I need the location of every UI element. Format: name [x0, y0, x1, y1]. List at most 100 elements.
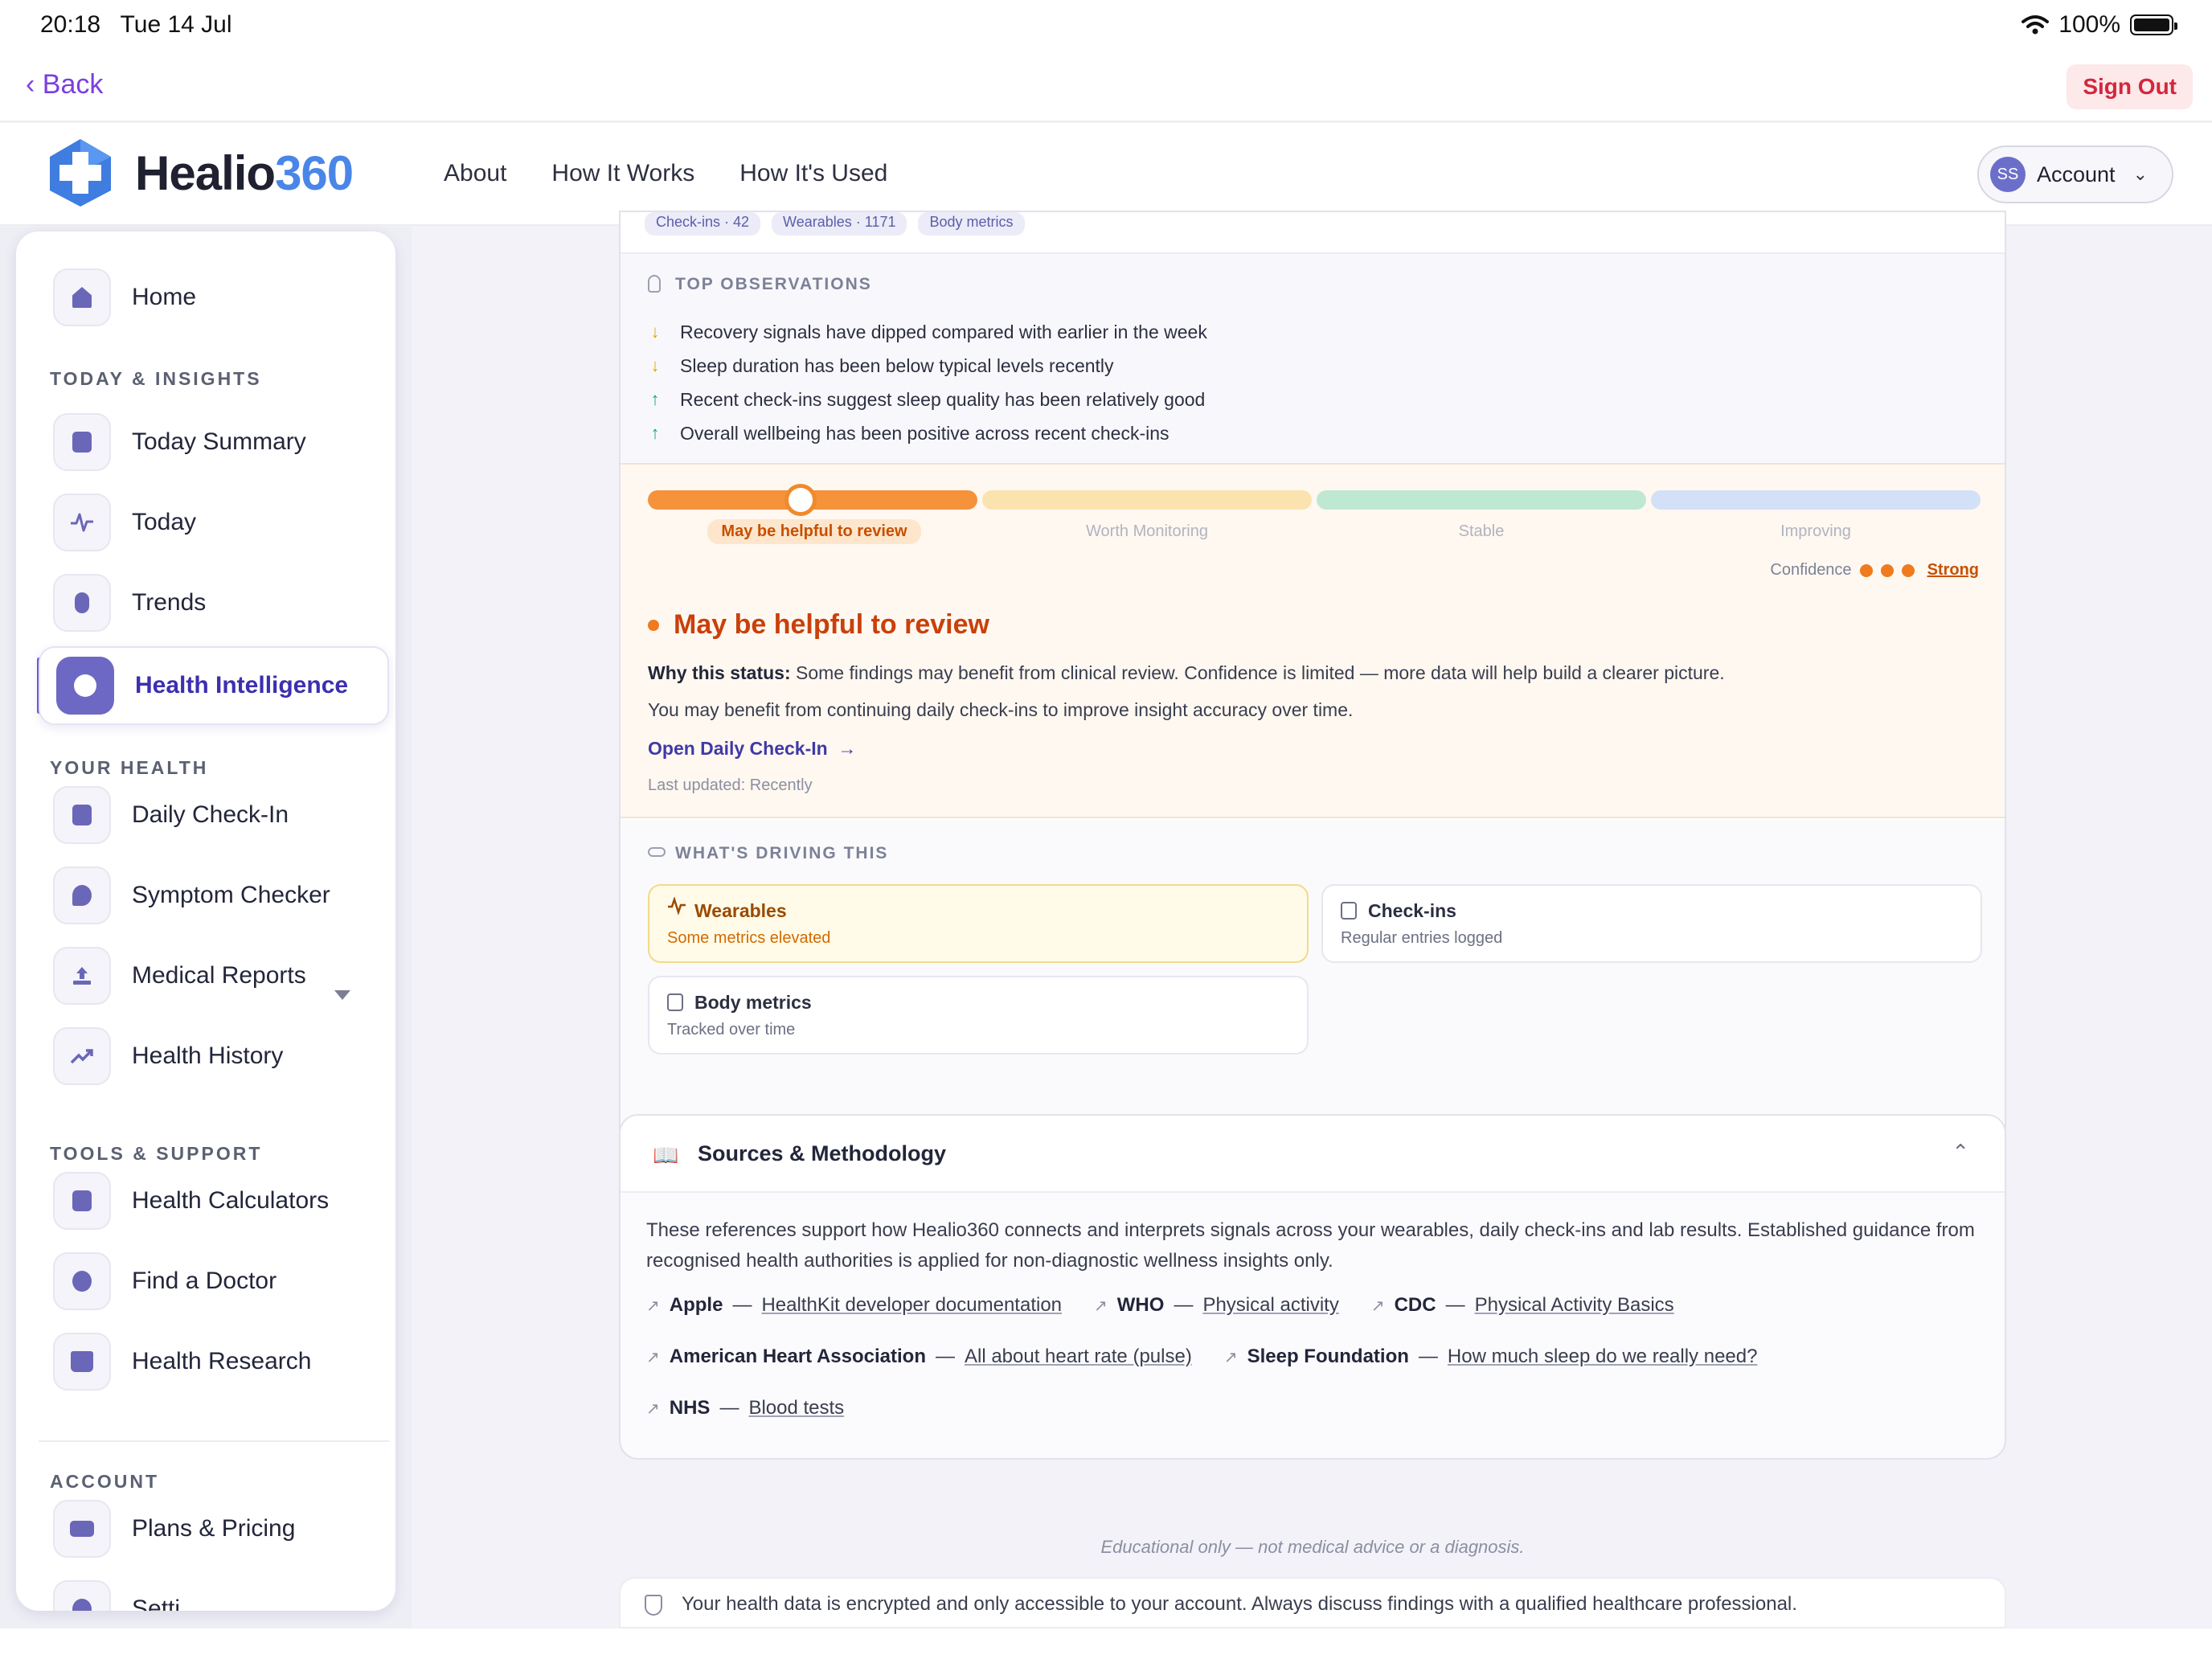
status-time: 20:18 Tue 14 Jul	[40, 11, 232, 39]
observation-text: Recent check-ins suggest sleep quality h…	[680, 388, 1206, 410]
sources-title: Sources & Methodology	[698, 1141, 947, 1165]
reference-link[interactable]: HealthKit developer documentation	[761, 1294, 1062, 1317]
reference-link[interactable]: Physical Activity Basics	[1475, 1294, 1674, 1317]
reference-link[interactable]: All about heart rate (pulse)	[965, 1346, 1192, 1368]
observation-item: ↓ Recovery signals have dipped compared …	[648, 315, 1207, 349]
sidebar-item-health-intelligence[interactable]: Health Intelligence	[56, 655, 348, 716]
sidebar-item-health-history[interactable]: Health History	[53, 1026, 283, 1087]
sidebar-item-today[interactable]: Today	[53, 492, 196, 553]
calculator-icon	[667, 993, 683, 1011]
avatar: SS	[1990, 157, 2026, 192]
chip-body-metrics: Body metrics	[918, 212, 1025, 236]
chevron-up-icon[interactable]: ⌃	[1952, 1140, 1969, 1165]
arrow-down-icon: ↓	[650, 355, 660, 375]
reference-org: NHS	[669, 1397, 711, 1419]
sidebar-item-plans-pricing[interactable]: Plans & Pricing	[53, 1498, 295, 1559]
nav-about[interactable]: About	[444, 160, 506, 187]
confidence-label: Confidence	[1770, 561, 1852, 579]
back-label: Back	[42, 69, 104, 100]
reference-org: CDC	[1394, 1294, 1436, 1316]
sidebar-item-find-doctor[interactable]: Find a Doctor	[53, 1251, 276, 1312]
status-bar: 20:18 Tue 14 Jul 100%	[0, 0, 2212, 51]
sidebar-item-settings[interactable]: Setti	[53, 1579, 180, 1611]
back-button[interactable]: ‹ Back	[26, 69, 103, 100]
gear-icon	[53, 1580, 111, 1611]
logo-icon	[50, 139, 111, 207]
top-bar: ‹ Back Sign Out	[0, 51, 2212, 122]
sidebar-item-health-calculators[interactable]: Health Calculators	[53, 1170, 329, 1231]
stethoscope-icon	[53, 866, 111, 924]
open-daily-checkin-link[interactable]: Open Daily Check-In →	[648, 738, 856, 760]
link-icon	[648, 847, 666, 857]
reference-link[interactable]: Blood tests	[748, 1397, 844, 1419]
clipboard-icon	[1341, 902, 1357, 920]
status-title-text: May be helpful to review	[674, 609, 989, 640]
sidebar-label: Home	[132, 284, 197, 310]
watch-icon	[53, 574, 111, 632]
status-dot	[648, 619, 659, 631]
scale-label: Worth Monitoring	[1086, 522, 1208, 540]
sidebar-item-home[interactable]: Home	[53, 267, 196, 328]
driver-card-wearables[interactable]: Wearables Some metrics elevated	[648, 884, 1309, 963]
sidebar-label: Medical Reports	[132, 962, 306, 989]
sidebar-item-medical-reports[interactable]: Medical Reports	[53, 945, 306, 1006]
upload-icon	[53, 947, 111, 1005]
sources-description: These references support how Healio360 c…	[646, 1219, 1975, 1272]
credit-card-icon	[53, 1500, 111, 1558]
account-button[interactable]: SS Account ⌄	[1977, 145, 2173, 203]
reference-row: ↗ American Heart Association — All about…	[646, 1346, 1757, 1368]
reference-who: ↗ WHO — Physical activity	[1094, 1294, 1339, 1317]
observation-item: ↑ Recent check-ins suggest sleep quality…	[648, 383, 1207, 416]
driver-card-checkins[interactable]: Check-ins Regular entries logged	[1321, 884, 1982, 963]
sidebar-item-today-summary[interactable]: Today Summary	[53, 412, 306, 473]
date: Tue 14 Jul	[120, 11, 232, 38]
driver-card-body-metrics[interactable]: Body metrics Tracked over time	[648, 976, 1309, 1055]
battery-fill	[2134, 18, 2169, 31]
confidence-dot	[1859, 563, 1873, 577]
section-your-health: YOUR HEALTH	[50, 757, 209, 778]
last-updated: Last updated: Recently	[648, 776, 813, 794]
reference-org: Sleep Foundation	[1247, 1346, 1409, 1367]
sidebar-region: Home TODAY & INSIGHTS Today Summary Toda…	[0, 227, 412, 1628]
external-link-icon: ↗	[646, 1348, 660, 1366]
sidebar-item-health-research[interactable]: Health Research	[53, 1331, 311, 1392]
sources-header[interactable]: 📖 Sources & Methodology ⌃	[621, 1116, 2005, 1193]
security-notice: Your health data is encrypted and only a…	[619, 1577, 2006, 1628]
chevron-left-icon: ‹	[26, 69, 35, 100]
link-label: Open Daily Check-In	[648, 738, 828, 759]
sources-methodology: 📖 Sources & Methodology ⌃ These referenc…	[619, 1114, 2006, 1460]
driver-subtitle: Regular entries logged	[1341, 929, 1503, 947]
main-content[interactable]: Check-ins · 42 Wearables · 1171 Body met…	[412, 211, 2212, 1628]
section-tools-support: TOOLS & SUPPORT	[50, 1143, 263, 1164]
sidebar[interactable]: Home TODAY & INSIGHTS Today Summary Toda…	[16, 231, 395, 1611]
status-reason: Why this status: Some findings may benef…	[648, 662, 1725, 684]
sidebar-label: Plans & Pricing	[132, 1515, 296, 1542]
lightbulb-icon	[648, 275, 661, 293]
pulse-icon	[53, 494, 111, 551]
observation-text: Sleep duration has been below typical le…	[680, 354, 1114, 376]
reference-link[interactable]: Physical activity	[1202, 1294, 1338, 1317]
driving-title: WHAT'S DRIVING THIS	[675, 844, 889, 862]
confidence-level-link[interactable]: Strong	[1927, 561, 1979, 580]
reference-org: WHO	[1116, 1294, 1165, 1316]
disclaimer: Educational only — not medical advice or…	[1100, 1537, 1525, 1557]
chevron-down-icon[interactable]	[334, 990, 350, 1000]
sidebar-item-daily-checkin[interactable]: Daily Check-In	[53, 784, 289, 846]
chevron-down-icon: ⌄	[2132, 164, 2148, 184]
reference-link[interactable]: How much sleep do we really need?	[1448, 1346, 1758, 1368]
document-icon	[53, 413, 111, 471]
sidebar-item-trends[interactable]: Trends	[53, 572, 206, 633]
sidebar-label: Today	[132, 509, 197, 535]
observations-list: ↓ Recovery signals have dipped compared …	[648, 315, 1207, 450]
sidebar-item-symptom-checker[interactable]: Symptom Checker	[53, 865, 330, 926]
shield-icon	[645, 1595, 662, 1616]
brand-name[interactable]: Healio360	[135, 145, 354, 201]
sign-out-button[interactable]: Sign Out	[2067, 64, 2193, 109]
arrow-up-icon: ↑	[650, 423, 660, 443]
scale-label: Stable	[1458, 522, 1505, 540]
driver-subtitle: Tracked over time	[667, 1021, 796, 1038]
reference-sleep-foundation: ↗ Sleep Foundation — How much sleep do w…	[1223, 1346, 1758, 1368]
status-panel: May be helpful to review Worth Monitorin…	[621, 463, 2005, 818]
nav-how-its-used[interactable]: How It's Used	[739, 160, 887, 187]
nav-how-it-works[interactable]: How It Works	[551, 160, 694, 187]
